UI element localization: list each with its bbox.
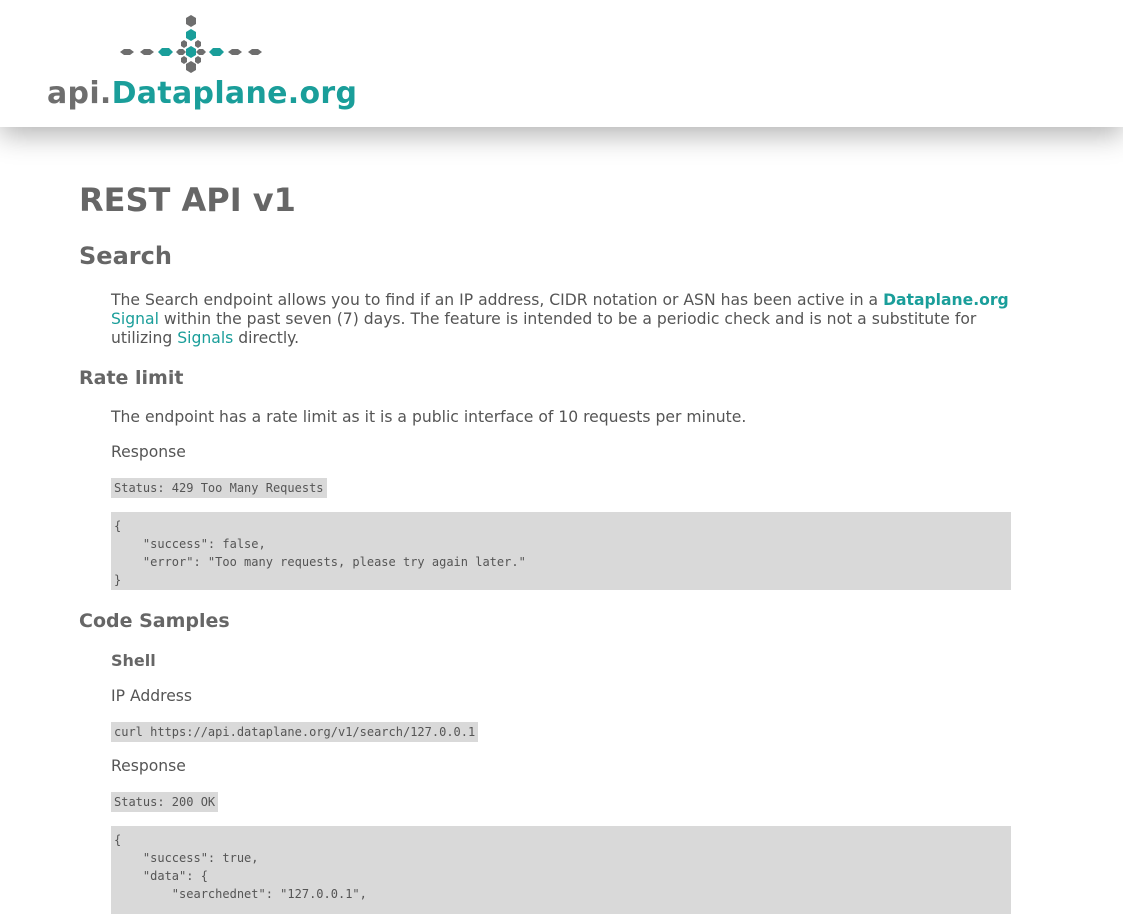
logo-prefix: api. <box>47 76 112 111</box>
search-intro-start: The Search endpoint allows you to find i… <box>111 291 879 309</box>
sample-status: Status: 200 OK <box>111 792 219 812</box>
ip-address-label: IP Address <box>111 687 193 705</box>
rate-limit-heading: Rate limit <box>79 367 184 389</box>
code-samples-heading: Code Samples <box>79 610 230 632</box>
signals-link[interactable]: Signals <box>177 329 233 347</box>
search-intro-end: directly. <box>238 329 300 347</box>
rate-limit-text: The endpoint has a rate limit as it is a… <box>111 408 747 426</box>
logo-suffix: .org <box>287 76 358 111</box>
site-header: api.Dataplane.org <box>0 0 1123 127</box>
sample-response-body: { "success": true, "data": { "searchedne… <box>111 826 1011 914</box>
curl-command: curl https://api.dataplane.org/v1/search… <box>111 722 479 742</box>
search-intro: The Search endpoint allows you to find i… <box>111 291 1016 348</box>
logo-icon[interactable] <box>114 14 268 74</box>
logo-text[interactable]: api.Dataplane.org <box>47 76 357 112</box>
brand-name[interactable]: Dataplane.org <box>883 291 1009 309</box>
shell-heading: Shell <box>111 651 156 670</box>
logo-main: Dataplane <box>111 76 288 111</box>
sample-response-label: Response <box>111 757 186 775</box>
rate-limit-status: Status: 429 Too Many Requests <box>111 478 327 498</box>
rate-limit-response-label: Response <box>111 443 186 461</box>
rate-limit-response-body: { "success": false, "error": "Too many r… <box>111 512 1011 590</box>
search-heading: Search <box>79 242 172 270</box>
page-title: REST API v1 <box>79 181 296 219</box>
signal-link[interactable]: Signal <box>111 310 159 328</box>
